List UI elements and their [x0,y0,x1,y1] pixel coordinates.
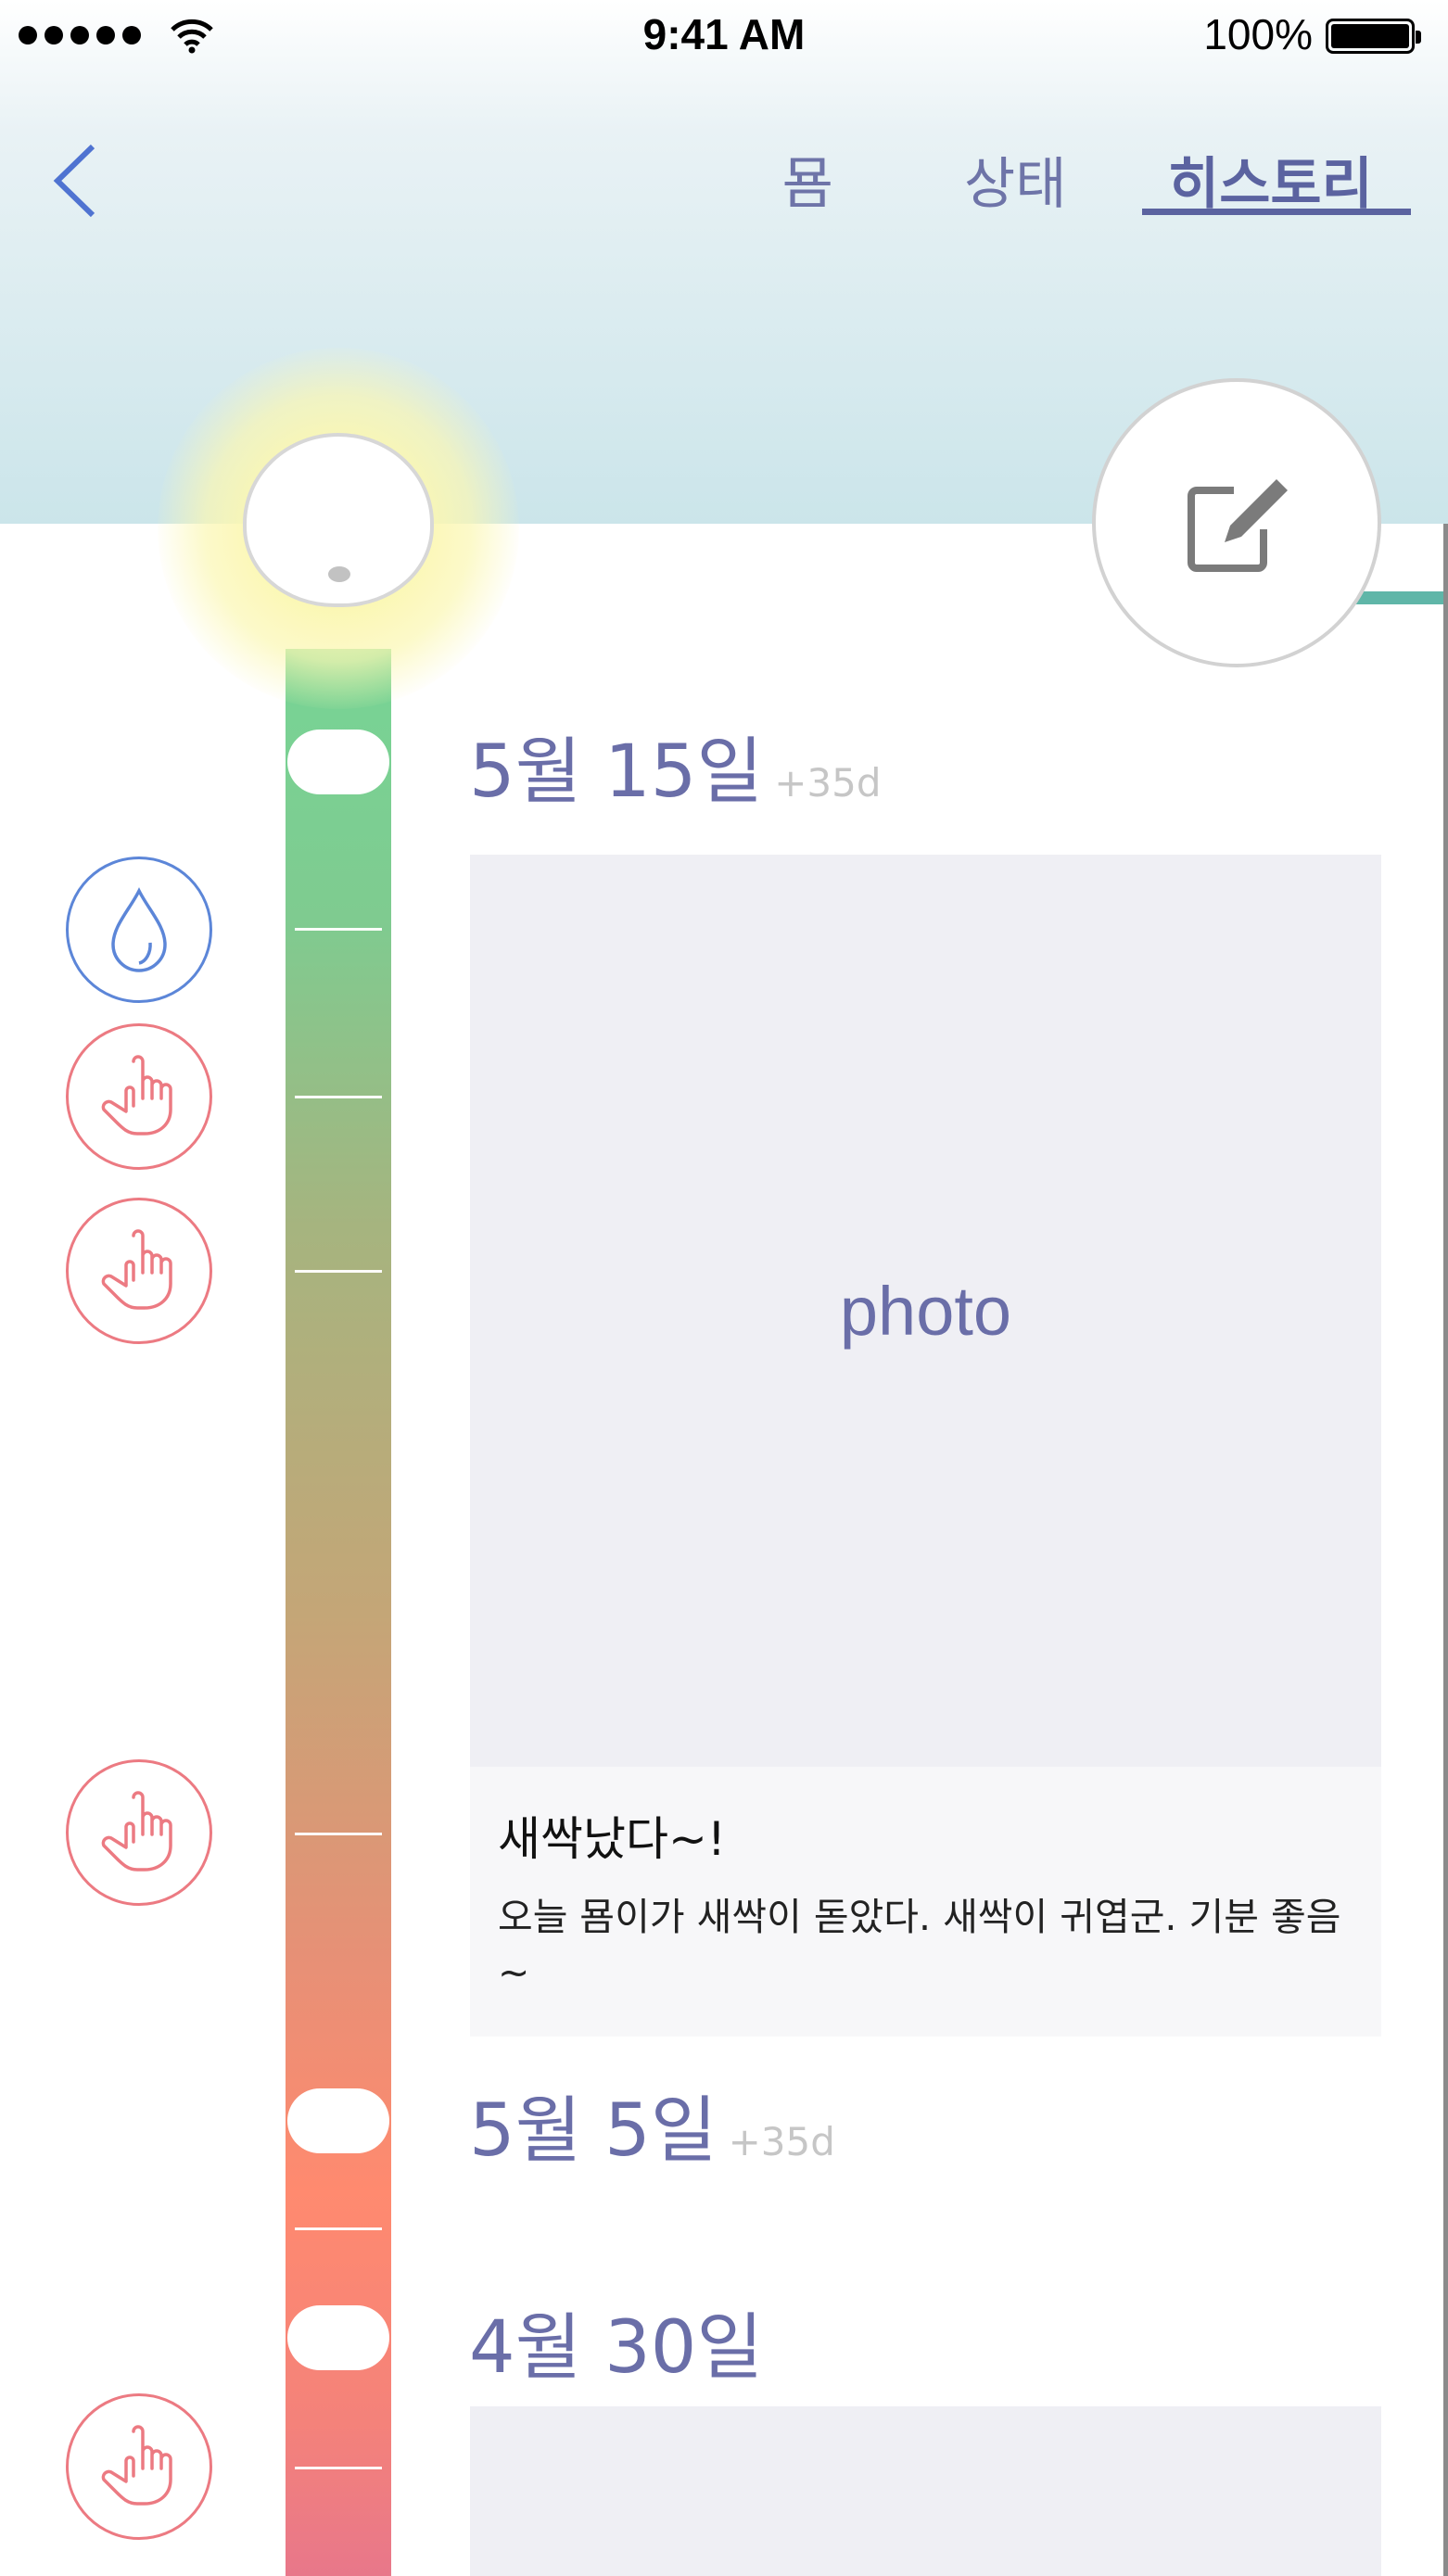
timeline-date-marker [287,2305,389,2370]
entry-title: 새싹났다~! [498,1812,726,1866]
hand-pointer-icon [101,2425,172,2506]
water-event[interactable] [66,857,212,1003]
timeline-date-marker [287,2088,389,2153]
sprout-avatar-dot [328,566,350,582]
timeline-tick [295,928,382,931]
entry-date: 4월 30일 [469,2290,763,2393]
entry-body: 오늘 묨이가 새싹이 돋았다. 새싹이 귀엽군. 기분 좋음~ [498,1895,1341,1995]
touch-event[interactable] [66,1023,212,1170]
status-bar: 9:41 AM 100% [0,0,1448,74]
touch-event[interactable] [66,2393,212,2540]
edit-button[interactable] [1092,378,1381,667]
active-tab-indicator [1142,209,1411,215]
entry-photo[interactable]: photo [470,855,1381,1767]
tab-myo[interactable]: 묨 [782,139,833,220]
edit-icon [1188,479,1288,572]
timeline-tick [295,1833,382,1835]
back-chevron-icon[interactable] [48,139,104,222]
tab-history[interactable]: 히스토리 [1168,139,1373,220]
entry-date: 5월 15일 +35d [469,714,882,818]
timeline-tick [295,2227,382,2230]
hand-pointer-icon [101,1055,172,1136]
tab-status[interactable]: 상태 [964,139,1066,220]
water-drop-icon [111,887,167,972]
entry-date-label: 4월 30일 [469,2306,764,2390]
entry-day-delta: +35d [728,2119,835,2164]
timeline-date-marker [287,730,389,794]
entry-date-label: 5월 15일 [469,730,764,814]
battery-percentage: 100% [1203,10,1313,58]
timeline-tick [295,1096,382,1098]
timeline-bar [286,649,391,2576]
entry-note[interactable]: 새싹났다~! 오늘 묨이가 새싹이 돋았다. 새싹이 귀엽군. 기분 좋음~ [470,1767,1381,2037]
hand-pointer-icon [101,1791,172,1872]
photo-placeholder-label: photo [839,1272,1012,1350]
right-edge-line [1443,524,1448,2576]
entry-date-label: 5월 5일 [469,2089,718,2173]
timeline-tick [295,1270,382,1273]
entry-photo[interactable] [470,2406,1381,2576]
timeline-tick [295,2467,382,2469]
touch-event[interactable] [66,1198,212,1344]
touch-event[interactable] [66,1759,212,1906]
hand-pointer-icon [101,1229,172,1310]
entry-day-delta: +35d [774,760,882,806]
entry-date: 5월 5일 +35d [469,2073,835,2176]
battery-icon [1326,19,1421,54]
